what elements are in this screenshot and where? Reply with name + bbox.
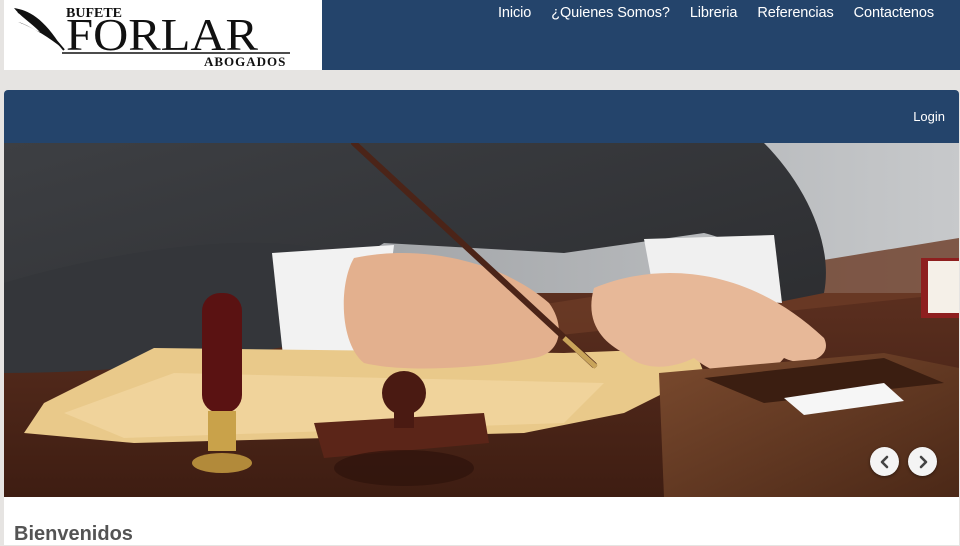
main-content: Bienvenidos (4, 497, 959, 545)
hero-carousel-slide (4, 143, 959, 497)
carousel-prev-button[interactable] (870, 447, 899, 476)
login-link[interactable]: Login (913, 109, 945, 124)
carousel-next-button[interactable] (908, 447, 937, 476)
welcome-heading: Bienvenidos (14, 523, 133, 545)
logo-text-bottom: ABOGADOS (204, 54, 286, 69)
nav-item-libreria[interactable]: Libreria (690, 5, 738, 21)
account-bar: Login (4, 90, 959, 143)
site-logo[interactable]: BUFETE FORLAR ABOGADOS (4, 0, 322, 70)
nav-item-referencias[interactable]: Referencias (757, 5, 833, 21)
logo-graphic: BUFETE FORLAR ABOGADOS (14, 6, 290, 69)
hero-image (4, 143, 959, 497)
chevron-left-icon (880, 455, 888, 468)
nav-item-quienes-somos[interactable]: ¿Quienes Somos? (551, 5, 670, 21)
nav-item-contactenos[interactable]: Contactenos (854, 5, 934, 21)
nav-item-inicio[interactable]: Inicio (498, 5, 531, 21)
site-header: BUFETE FORLAR ABOGADOS Inicio ¿Quienes S… (0, 0, 960, 70)
chevron-right-icon (919, 455, 927, 468)
main-navigation: Inicio ¿Quienes Somos? Libreria Referenc… (322, 0, 960, 70)
